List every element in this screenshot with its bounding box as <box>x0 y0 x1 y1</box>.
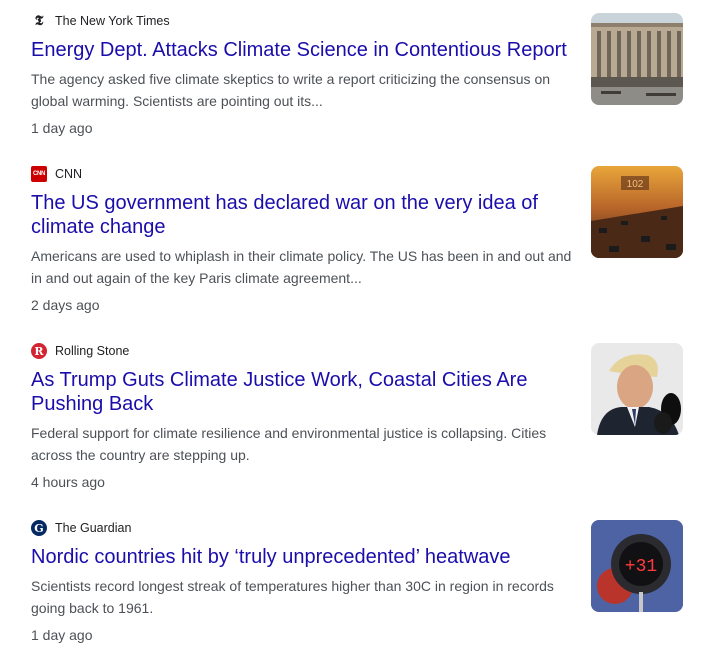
nyt-logo-icon: 𝕿 <box>34 13 44 29</box>
highway-heat-photo: 102 <box>591 166 683 258</box>
source-name: Rolling Stone <box>55 344 130 358</box>
news-snippet: The agency asked five climate skeptics t… <box>31 71 551 109</box>
news-thumbnail[interactable]: +31 <box>591 520 683 612</box>
source-name: CNN <box>55 167 83 181</box>
news-headline-link[interactable]: The US government has declared war on th… <box>31 191 576 239</box>
news-age: 1 day ago <box>31 627 93 643</box>
rolling-stone-logo-icon: R <box>31 343 47 359</box>
guardian-logo-icon: G <box>31 520 47 536</box>
sign-text: 102 <box>627 179 644 190</box>
news-age: 4 hours ago <box>31 474 105 490</box>
news-headline-link[interactable]: Energy Dept. Attacks Climate Science in … <box>31 38 576 62</box>
source-name: The Guardian <box>55 521 132 535</box>
news-snippet: Americans are used to whiplash in their … <box>31 248 572 286</box>
news-snippet: Scientists record longest streak of temp… <box>31 578 554 616</box>
news-thumbnail[interactable] <box>591 13 683 105</box>
news-thumbnail[interactable]: 102 <box>591 166 683 258</box>
news-age: 1 day ago <box>31 120 93 136</box>
cnn-logo-icon: CNN <box>31 166 47 182</box>
news-age: 2 days ago <box>31 297 100 313</box>
news-thumbnail[interactable] <box>591 343 683 435</box>
source-name: The New York Times <box>55 14 170 28</box>
news-headline-link[interactable]: As Trump Guts Climate Justice Work, Coas… <box>31 368 576 416</box>
thermometer-photo: +31 <box>591 520 683 612</box>
news-headline-link[interactable]: Nordic countries hit by ‘truly unprecede… <box>31 545 576 569</box>
news-snippet: Federal support for climate resilience a… <box>31 425 547 463</box>
thermometer-reading: +31 <box>625 557 657 577</box>
portrait-photo <box>591 343 683 435</box>
building-photo <box>591 13 683 105</box>
